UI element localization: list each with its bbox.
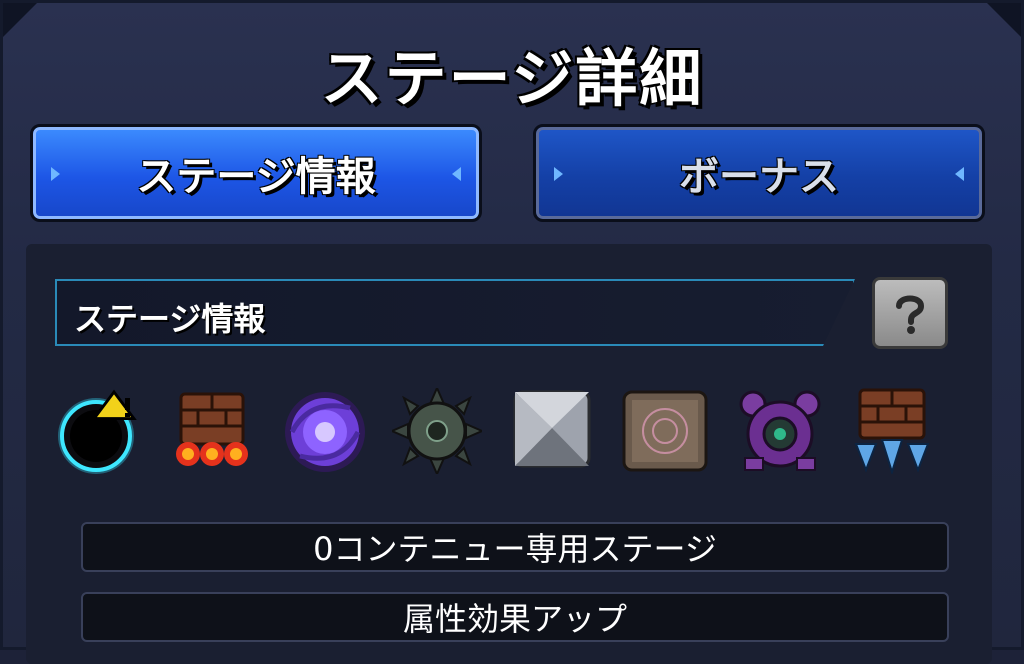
black-hole-icon[interactable] bbox=[52, 388, 142, 474]
arrow-left-icon bbox=[554, 167, 563, 181]
page-title: ステージ詳細 bbox=[320, 42, 704, 115]
damage-wall-ice-icon[interactable] bbox=[848, 388, 938, 474]
tab-label: ステージ情報 bbox=[136, 154, 376, 200]
tab-label: ボーナス bbox=[679, 154, 839, 200]
arrow-right-icon bbox=[452, 167, 461, 181]
warp-vortex-icon[interactable] bbox=[280, 388, 370, 474]
damage-wall-fire-icon[interactable] bbox=[166, 388, 256, 474]
arrow-right-icon bbox=[955, 167, 964, 181]
help-button[interactable] bbox=[872, 277, 948, 349]
tab-stage-info[interactable]: ステージ情報 bbox=[30, 124, 482, 222]
spiked-mine-icon[interactable] bbox=[392, 388, 482, 474]
rule-text: 属性効果アップ bbox=[402, 600, 627, 638]
tab-bonus[interactable]: ボーナス bbox=[533, 124, 985, 222]
arrow-left-icon bbox=[51, 167, 60, 181]
rule-text: 0コンテニュー専用ステージ bbox=[313, 530, 717, 568]
question-icon bbox=[896, 295, 925, 334]
rule-row-no-continue: 0コンテニュー専用ステージ bbox=[81, 522, 949, 572]
rule-row-element-boost: 属性効果アップ bbox=[81, 592, 949, 642]
shield-generator-icon[interactable] bbox=[735, 388, 825, 474]
section-header-label: ステージ情報 bbox=[74, 300, 266, 338]
magic-circle-panel-icon[interactable] bbox=[620, 388, 710, 474]
stone-block-icon[interactable] bbox=[507, 388, 597, 474]
